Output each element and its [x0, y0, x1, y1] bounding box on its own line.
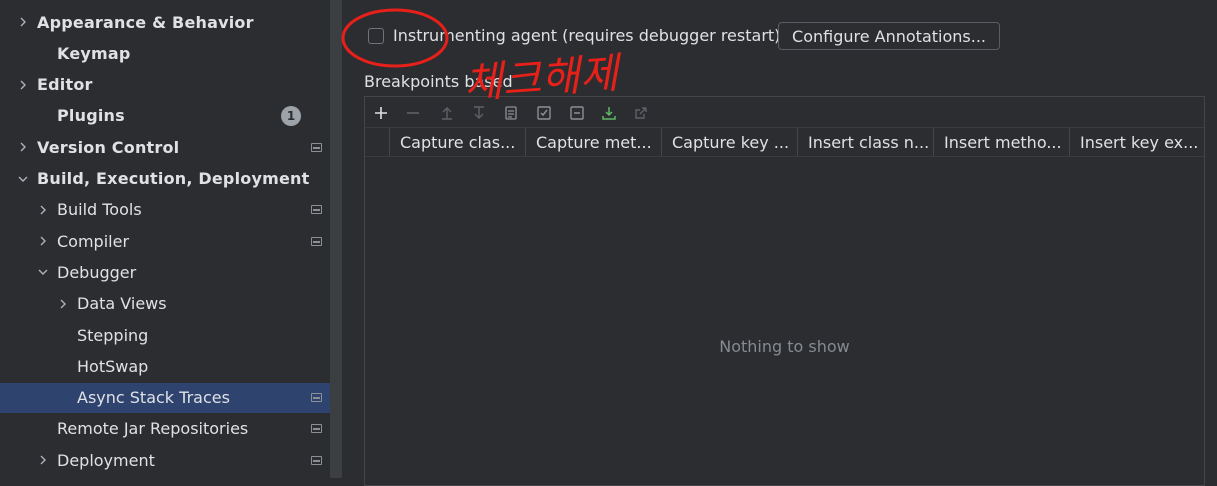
sidebar-item-label: Appearance & Behavior	[37, 12, 254, 32]
instrumenting-agent-label[interactable]: Instrumenting agent (requires debugger r…	[393, 26, 780, 45]
project-level-icon	[311, 424, 322, 434]
column-header[interactable]: Capture clas...	[389, 128, 525, 156]
column-header[interactable]: Capture met...	[525, 128, 661, 156]
sidebar-item-label: HotSwap	[77, 356, 149, 376]
sidebar-item-label: Build, Execution, Deployment	[37, 169, 310, 188]
table-header: Capture clas... Capture met... Capture key…	[365, 127, 1204, 157]
sidebar-item-debugger[interactable]: Debugger	[0, 257, 342, 287]
chevron-right-icon[interactable]	[34, 455, 52, 465]
sidebar-scrollbar[interactable]	[330, 0, 342, 478]
sidebar-item-async-stack-traces[interactable]: Async Stack Traces	[0, 382, 342, 413]
configure-annotations-button[interactable]: Configure Annotations...	[778, 22, 1000, 50]
remove-icon[interactable]	[402, 102, 424, 124]
project-level-icon	[311, 455, 322, 465]
chevron-right-icon[interactable]	[34, 236, 52, 246]
column-header[interactable]: Capture key ...	[661, 128, 797, 156]
table-toolbar	[365, 97, 1204, 127]
sidebar-item-editor[interactable]: Editor	[0, 70, 342, 100]
uncheck-all-icon[interactable]	[566, 102, 588, 124]
copy-icon[interactable]	[500, 102, 522, 124]
sidebar-item-data-views[interactable]: Data Views	[0, 289, 342, 319]
sidebar-item-keymap[interactable]: Keymap	[0, 38, 342, 68]
column-header[interactable]: Insert metho...	[933, 128, 1069, 156]
project-level-icon	[311, 236, 322, 246]
chevron-right-icon[interactable]	[34, 205, 52, 215]
sidebar-item-label: Version Control	[37, 137, 180, 157]
move-down-icon[interactable]	[468, 102, 490, 124]
sidebar-item-deployment[interactable]: Deployment	[0, 445, 342, 475]
settings-content: Instrumenting agent (requires debugger r…	[342, 0, 1217, 486]
column-header-checkbox[interactable]	[365, 128, 389, 156]
chevron-down-icon[interactable]	[14, 174, 32, 184]
sidebar-item-label: Plugins	[57, 106, 125, 126]
chevron-right-icon[interactable]	[54, 299, 72, 309]
sidebar-item-stepping[interactable]: Stepping	[0, 320, 342, 350]
sidebar-item-label: Build Tools	[57, 200, 142, 220]
sidebar-item-compiler[interactable]: Compiler	[0, 226, 342, 256]
chevron-down-icon[interactable]	[34, 267, 52, 277]
sidebar-item-label: Data Views	[77, 294, 167, 314]
sidebar-item-label: Compiler	[57, 231, 130, 251]
sidebar-item-label: Async Stack Traces	[77, 388, 230, 408]
sidebar-item-label: Editor	[37, 75, 93, 95]
sidebar-item-build-execution-deployment[interactable]: Build, Execution, Deployment	[0, 164, 342, 194]
sidebar-item-version-control[interactable]: Version Control	[0, 132, 342, 162]
sidebar-item-label: Keymap	[57, 43, 131, 63]
chevron-right-icon[interactable]	[14, 142, 32, 152]
check-all-icon[interactable]	[533, 102, 555, 124]
instrumenting-agent-checkbox[interactable]	[368, 28, 384, 44]
sidebar-item-hotswap[interactable]: HotSwap	[0, 351, 342, 381]
project-level-icon	[311, 205, 322, 215]
sidebar-item-remote-jar-repositories[interactable]: Remote Jar Repositories	[0, 414, 342, 444]
column-header[interactable]: Insert class n...	[797, 128, 933, 156]
column-header[interactable]: Insert key ex...	[1069, 128, 1205, 156]
add-icon[interactable]	[370, 102, 392, 124]
empty-table-message: Nothing to show	[719, 337, 850, 356]
sidebar-item-label: Remote Jar Repositories	[57, 419, 249, 439]
update-count-badge: 1	[281, 105, 301, 126]
sidebar-item-plugins[interactable]: Plugins 1	[0, 101, 342, 131]
project-level-icon	[311, 393, 322, 403]
project-level-icon	[311, 142, 322, 152]
export-icon[interactable]	[630, 102, 652, 124]
sidebar-item-label: Stepping	[77, 325, 149, 345]
breakpoints-table: Capture clas... Capture met... Capture key…	[364, 96, 1205, 486]
section-label: Breakpoints based	[364, 72, 513, 91]
sidebar-item-label: Deployment	[57, 450, 155, 470]
sidebar-item-label: Debugger	[57, 262, 137, 282]
settings-sidebar: Appearance & Behavior Keymap Editor Plugins…	[0, 0, 342, 478]
chevron-right-icon[interactable]	[14, 17, 32, 27]
sidebar-item-build-tools[interactable]: Build Tools	[0, 195, 342, 225]
import-icon[interactable]	[598, 102, 620, 124]
chevron-right-icon[interactable]	[14, 80, 32, 90]
sidebar-item-appearance-behavior[interactable]: Appearance & Behavior	[0, 7, 342, 37]
move-up-icon[interactable]	[436, 102, 458, 124]
